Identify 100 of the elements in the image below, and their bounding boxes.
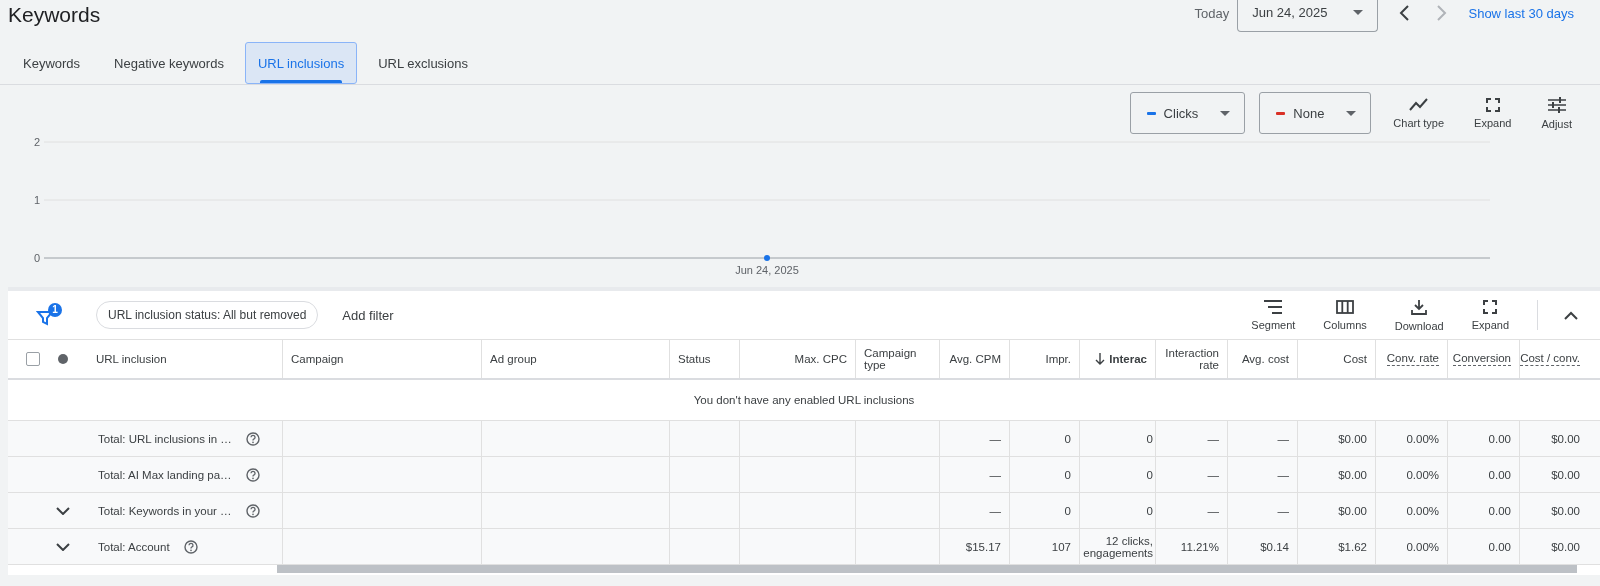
table-cell: 0 [1064, 432, 1071, 445]
row-label: Total: Account [98, 540, 170, 553]
table-cell: $0.00 [1551, 432, 1580, 445]
tab[interactable]: URL exclusions [365, 42, 481, 84]
column-header[interactable]: Conv. rate [1386, 352, 1439, 366]
filter-chip[interactable]: URL inclusion status: All but removed [96, 301, 319, 329]
row-label: Total: AI Max landing pa… [98, 468, 232, 481]
column-header[interactable]: Max. CPC [794, 353, 847, 365]
expand-icon [1485, 97, 1500, 112]
table-cell: 0 [1064, 468, 1071, 481]
column-header[interactable]: Impr. [1045, 353, 1071, 365]
date-label: Today [1194, 5, 1230, 21]
sliders-icon [1547, 96, 1566, 113]
help-icon[interactable] [245, 503, 260, 518]
column-header[interactable]: URL inclusion [96, 353, 167, 365]
chart-tool-button[interactable]: Adjust [1533, 92, 1580, 134]
table-cell: $15.17 [965, 540, 1001, 553]
table-cell: 0.00% [1406, 432, 1439, 445]
table-cell: 0.00% [1406, 468, 1439, 481]
table-cell: 0.00% [1406, 540, 1439, 553]
empty-message: You don't have any enabled URL inclusions [693, 394, 915, 406]
column-header[interactable]: Interaction rate [1164, 347, 1219, 371]
tab[interactable]: URL inclusions [244, 42, 358, 84]
metric-selector[interactable]: None [1259, 92, 1372, 134]
line-chart-icon [1408, 97, 1429, 112]
table-tool-button[interactable]: Expand [1463, 294, 1517, 336]
columns-icon [1336, 299, 1355, 314]
table-cell: 0 [1146, 432, 1153, 445]
column-header[interactable]: Avg. cost [1241, 353, 1289, 365]
collapse-icon[interactable] [1564, 310, 1578, 320]
y-tick-label: 0 [33, 252, 40, 264]
table-cell: $0.00 [1551, 540, 1580, 553]
column-header[interactable]: Campaign type [864, 347, 931, 371]
table-cell: — [989, 504, 1001, 517]
column-header[interactable]: Avg. CPM [949, 353, 1001, 365]
download-icon [1411, 298, 1428, 315]
tab[interactable]: Negative keywords [101, 42, 237, 84]
caret-icon [1346, 110, 1357, 116]
table-cell: — [1277, 468, 1289, 481]
previous-icon[interactable] [1398, 4, 1411, 22]
column-header[interactable]: Conversion [1452, 352, 1511, 366]
row-label: Total: Keywords in your … [98, 504, 232, 517]
table-cell: $1.62 [1338, 540, 1367, 553]
table-cell: 107 [1051, 540, 1071, 553]
column-header[interactable]: Ad group [490, 353, 537, 365]
table-cell: 0.00 [1488, 468, 1511, 481]
table-cell: 0.00% [1406, 504, 1439, 517]
x-tick-label: Jun 24, 2025 [735, 264, 799, 276]
column-header[interactable]: Cost [1343, 353, 1367, 365]
chart-tool-button[interactable]: Expand [1466, 92, 1520, 134]
show-last-30-days-link[interactable]: Show last 30 days [1468, 5, 1574, 21]
chart-tool-button[interactable]: Chart type [1385, 92, 1453, 134]
table-cell: 0 [1146, 468, 1153, 481]
expand-icon [1483, 299, 1498, 314]
caret-icon [1353, 10, 1364, 15]
table-cell: — [989, 432, 1001, 445]
column-header[interactable]: Cost / conv. [1520, 352, 1580, 366]
table-cell: $0.00 [1551, 504, 1580, 517]
table-cell: 0.00 [1488, 504, 1511, 517]
table-cell: 11.21% [1180, 540, 1219, 553]
table-cell: 0.00 [1488, 432, 1511, 445]
date-picker[interactable]: Jun 24, 2025 [1237, 0, 1379, 32]
table-tool-button[interactable]: Segment [1243, 294, 1304, 336]
add-filter-button[interactable]: Add filter [330, 307, 406, 323]
table-cell: 0 [1146, 504, 1153, 517]
table-cell: — [989, 468, 1001, 481]
y-tick-label: 2 [33, 136, 40, 148]
table-cell: 12 clicks, engagements [1082, 534, 1153, 559]
scrollbar-thumb[interactable] [277, 565, 1577, 573]
table-cell: $0.00 [1551, 468, 1580, 481]
metric-selector[interactable]: Clicks [1129, 92, 1246, 134]
select-all-checkbox[interactable] [26, 352, 40, 366]
expand-chevron-icon[interactable] [56, 542, 70, 551]
column-header[interactable]: Campaign [291, 353, 344, 365]
page-title: Keywords [8, 3, 101, 27]
help-icon[interactable] [245, 431, 260, 446]
help-icon[interactable] [245, 467, 260, 482]
table-tool-button[interactable]: Download [1386, 294, 1452, 336]
table-cell: — [1207, 468, 1219, 481]
filter-count: 1 [51, 303, 59, 317]
data-point [764, 255, 770, 261]
row-label: Total: URL inclusions in … [98, 432, 232, 445]
table-cell: $0.00 [1338, 504, 1367, 517]
column-header[interactable]: Status [678, 353, 711, 365]
filter-icon[interactable] [36, 303, 62, 327]
table-cell: $0.14 [1260, 540, 1289, 553]
table-cell: — [1277, 504, 1289, 517]
table-cell: — [1207, 432, 1219, 445]
column-header[interactable]: Interac [1109, 353, 1147, 365]
table-cell: — [1207, 504, 1219, 517]
help-icon[interactable] [183, 539, 198, 554]
table-cell: $0.00 [1338, 432, 1367, 445]
expand-chevron-icon[interactable] [56, 506, 70, 515]
sort-arrow-icon[interactable] [1095, 353, 1106, 365]
table-cell: 0.00 [1488, 540, 1511, 553]
table-cell: — [1277, 432, 1289, 445]
tab[interactable]: Keywords [10, 42, 94, 84]
y-tick-label: 1 [33, 194, 40, 206]
table-cell: $0.00 [1338, 468, 1367, 481]
table-tool-button[interactable]: Columns [1315, 294, 1375, 336]
